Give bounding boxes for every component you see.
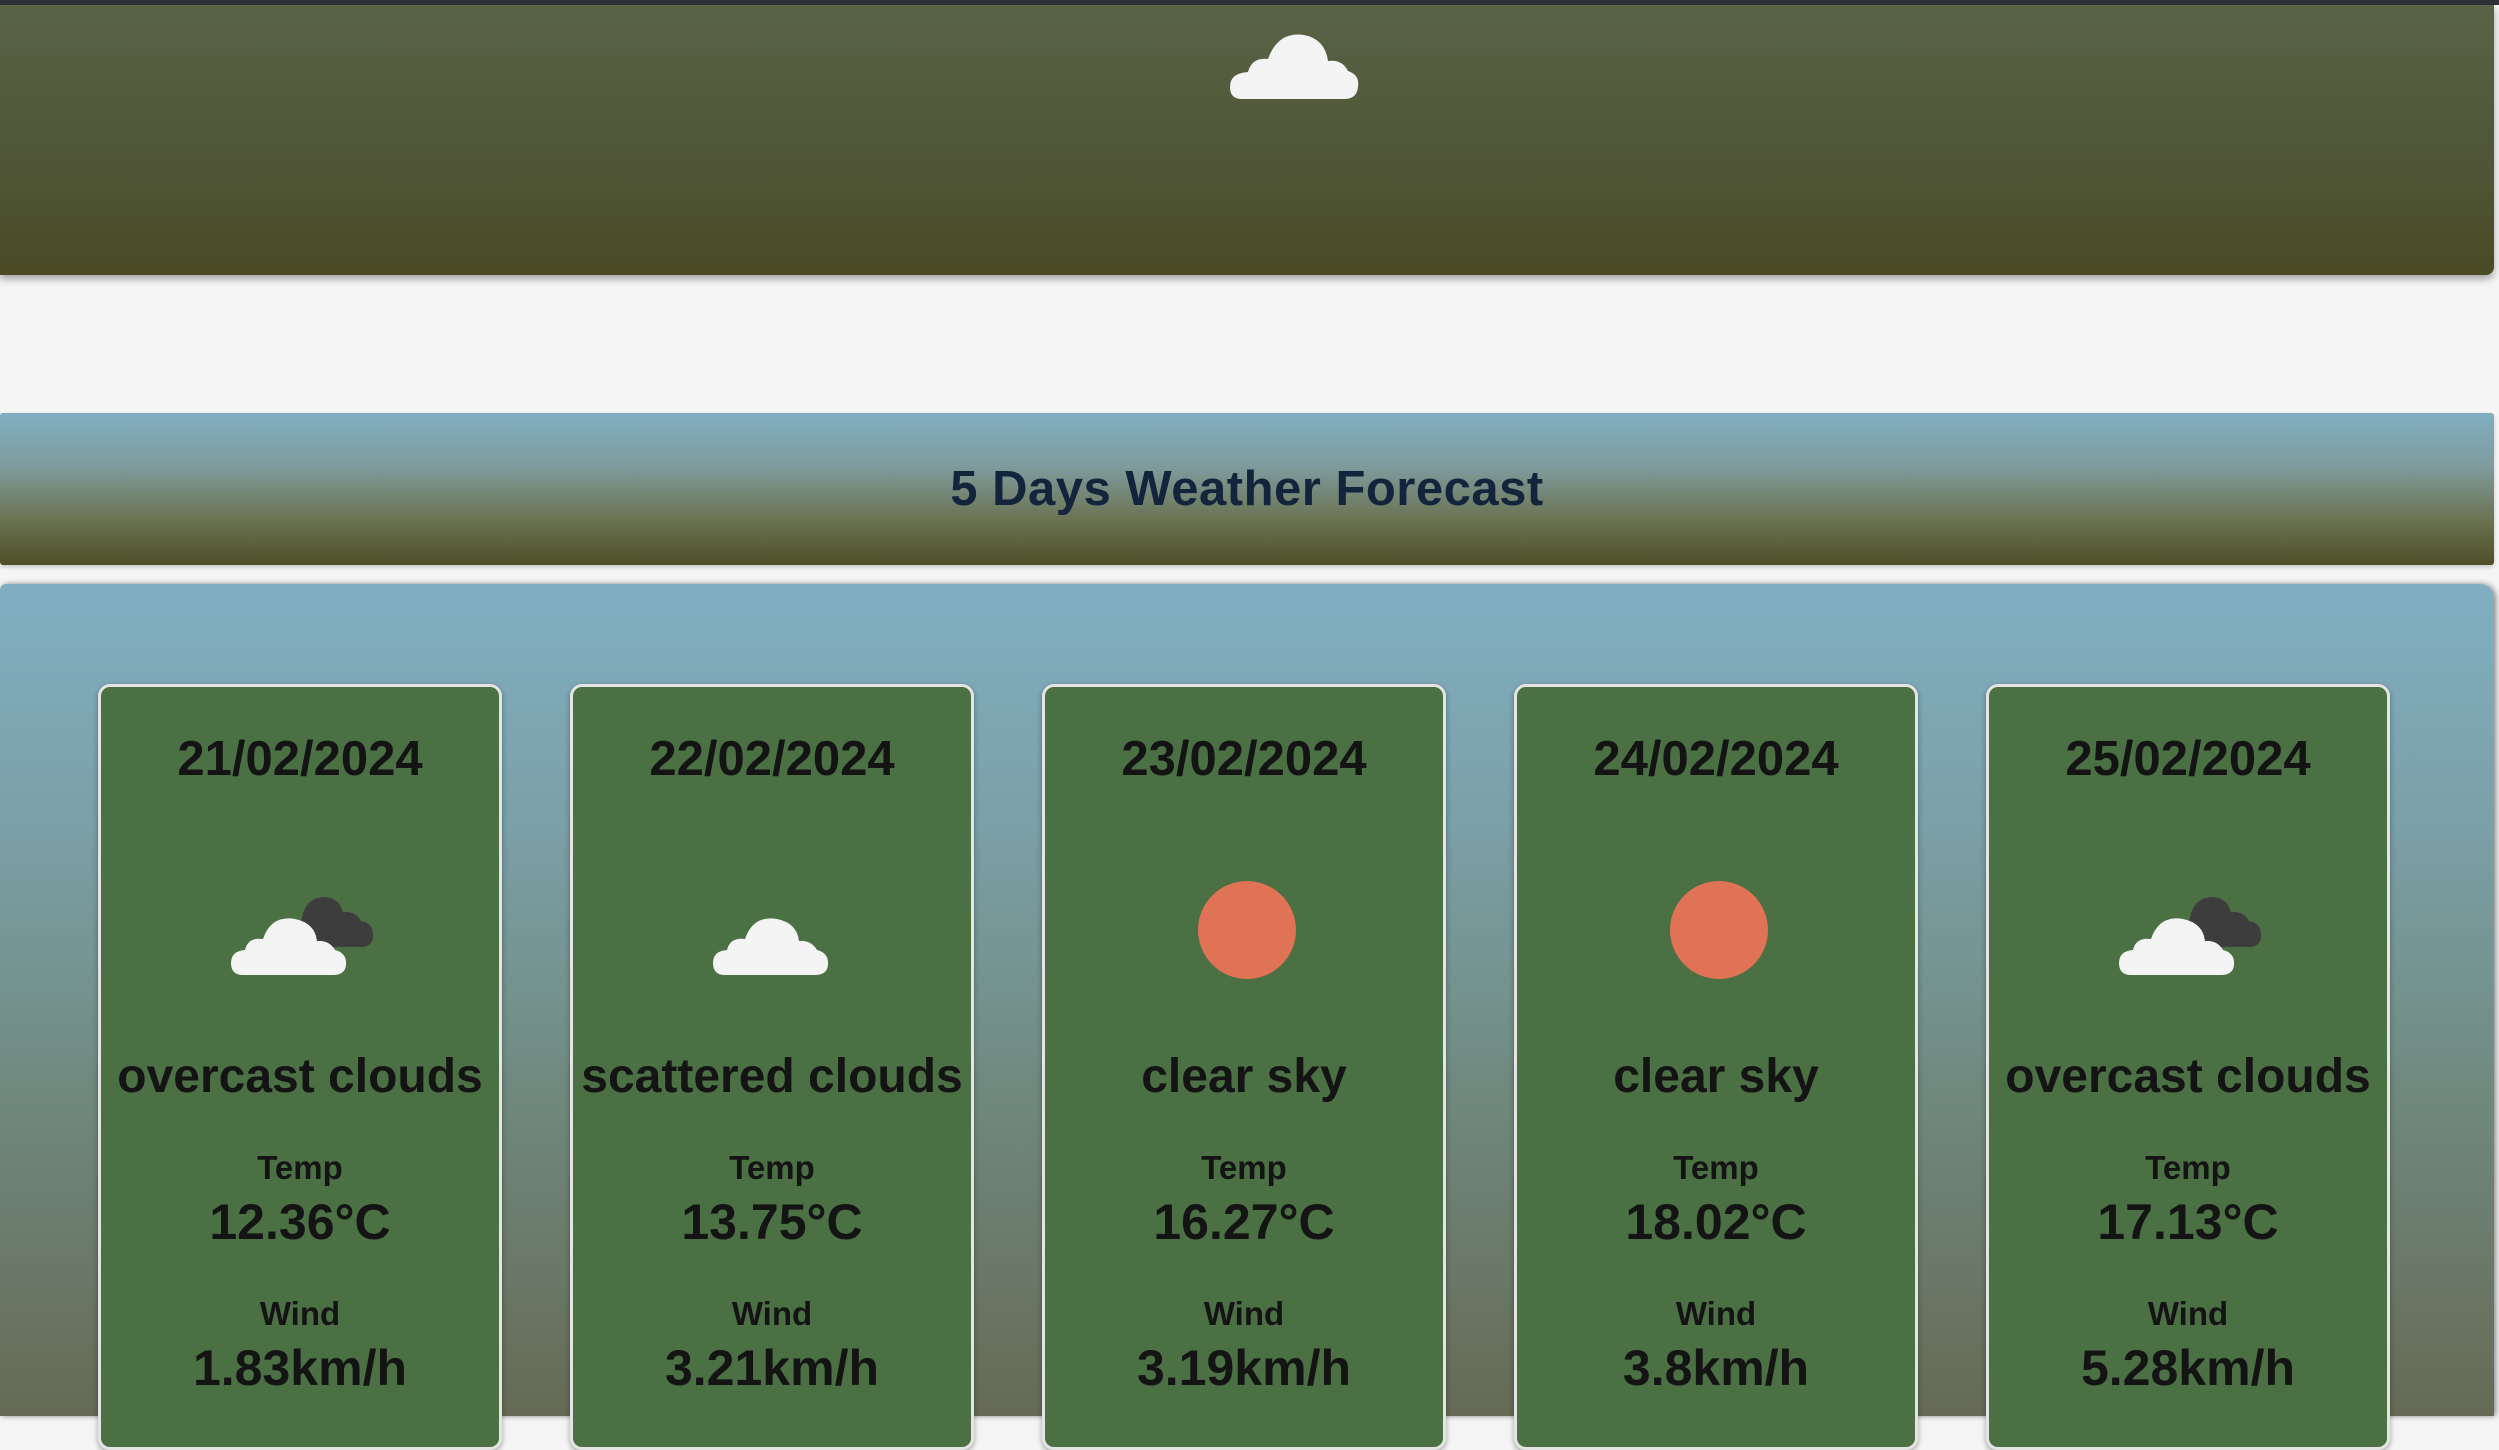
temp-label: Temp xyxy=(1201,1149,1287,1186)
forecast-card: 24/02/2024 clear sky Temp 18.02°C Wind 3… xyxy=(1514,684,1918,1450)
page-title: 5 Days Weather Forecast xyxy=(950,462,1544,516)
temp-label: Temp xyxy=(257,1149,343,1186)
forecast-panel: 21/02/2024 overcast clouds Temp 12.36°C … xyxy=(0,584,2494,1450)
temp-label: Temp xyxy=(729,1149,815,1186)
forecast-date: 25/02/2024 xyxy=(2065,732,2311,786)
overcast-clouds-icon xyxy=(2119,897,2261,975)
forecast-date: 21/02/2024 xyxy=(177,732,423,786)
wind-value: 1.83km/h xyxy=(192,1340,407,1396)
forecast-date: 22/02/2024 xyxy=(649,732,895,786)
cloud-icon xyxy=(1230,34,1359,99)
wind-label: Wind xyxy=(2147,1295,2229,1332)
wind-label: Wind xyxy=(731,1295,813,1332)
sun-icon xyxy=(1670,881,1768,979)
weather-description: scattered clouds xyxy=(581,1050,963,1103)
forecast-date: 24/02/2024 xyxy=(1593,732,1839,786)
wind-value: 3.8km/h xyxy=(1622,1340,1810,1396)
forecast-date: 23/02/2024 xyxy=(1121,732,1367,786)
wind-label: Wind xyxy=(259,1295,341,1332)
weather-description: clear sky xyxy=(1613,1050,1819,1103)
forecast-card: 25/02/2024 overcast clouds Temp 17.13°C … xyxy=(1986,684,2390,1450)
overcast-clouds-icon xyxy=(231,897,373,975)
temp-value: 12.36°C xyxy=(209,1194,391,1250)
temp-label: Temp xyxy=(1673,1149,1759,1186)
wind-value: 3.19km/h xyxy=(1136,1340,1351,1396)
sun-icon xyxy=(1198,881,1296,979)
wind-label: Wind xyxy=(1675,1295,1757,1332)
forecast-card: 22/02/2024 scattered clouds Temp 13.75°C… xyxy=(570,684,974,1450)
temp-value: 17.13°C xyxy=(2097,1194,2279,1250)
weather-description: clear sky xyxy=(1141,1050,1347,1103)
weather-description: overcast clouds xyxy=(2005,1050,2371,1103)
wind-label: Wind xyxy=(1203,1295,1285,1332)
forecast-card: 21/02/2024 overcast clouds Temp 12.36°C … xyxy=(98,684,502,1450)
cloud-icon xyxy=(713,918,829,975)
weather-description: overcast clouds xyxy=(117,1050,483,1103)
temp-value: 13.75°C xyxy=(681,1194,863,1250)
temp-label: Temp xyxy=(2145,1149,2231,1186)
forecast-card: 23/02/2024 clear sky Temp 16.27°C Wind 3… xyxy=(1042,684,1446,1450)
temp-value: 18.02°C xyxy=(1625,1194,1807,1250)
wind-value: 3.21km/h xyxy=(664,1340,879,1396)
temp-value: 16.27°C xyxy=(1153,1194,1335,1250)
forecast-title-bar: 5 Days Weather Forecast xyxy=(0,413,2494,565)
current-weather-header xyxy=(0,5,2494,275)
wind-value: 5.28km/h xyxy=(2080,1340,2295,1396)
